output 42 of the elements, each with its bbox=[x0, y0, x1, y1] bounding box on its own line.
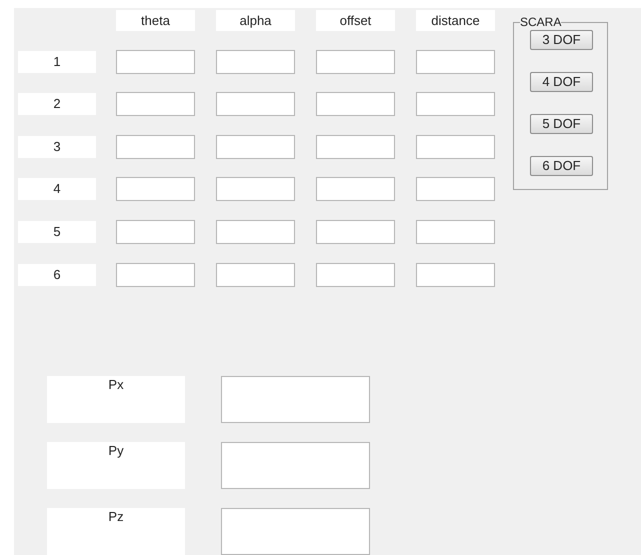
row-label: 2 bbox=[18, 93, 96, 116]
input-field[interactable] bbox=[116, 177, 195, 202]
input-field[interactable] bbox=[316, 50, 395, 74]
row-label: 5 bbox=[18, 220, 96, 243]
output-label: Px bbox=[47, 376, 185, 423]
input-field[interactable] bbox=[416, 220, 495, 244]
dof-button[interactable]: 5 DOF bbox=[530, 114, 593, 134]
input-field[interactable] bbox=[416, 134, 495, 159]
input-field[interactable] bbox=[216, 220, 295, 244]
input-field[interactable] bbox=[216, 92, 295, 116]
input-field[interactable] bbox=[416, 50, 495, 74]
row-label: 4 bbox=[18, 178, 96, 200]
input-field[interactable] bbox=[316, 220, 395, 244]
input-field[interactable] bbox=[316, 92, 395, 116]
row-label: 6 bbox=[18, 264, 96, 286]
input-field[interactable] bbox=[116, 134, 195, 159]
column-header: offset bbox=[316, 10, 395, 31]
input-field[interactable] bbox=[316, 134, 395, 159]
input-field[interactable] bbox=[216, 50, 295, 74]
row-label: 3 bbox=[18, 136, 96, 158]
output-label: Py bbox=[47, 442, 185, 489]
input-field[interactable] bbox=[416, 92, 495, 116]
column-header: theta bbox=[116, 10, 195, 31]
input-field[interactable] bbox=[116, 220, 195, 244]
input-field[interactable] bbox=[116, 92, 195, 116]
dof-button[interactable]: 6 DOF bbox=[530, 156, 593, 176]
output-label: Pz bbox=[47, 508, 185, 555]
input-field[interactable] bbox=[216, 134, 295, 159]
input-field[interactable] bbox=[416, 177, 495, 202]
column-header: distance bbox=[416, 10, 495, 31]
input-field[interactable] bbox=[216, 177, 295, 202]
row-label: 1 bbox=[18, 50, 96, 73]
input-field[interactable] bbox=[116, 262, 195, 287]
input-field[interactable] bbox=[316, 262, 395, 287]
dof-button[interactable]: 3 DOF bbox=[530, 30, 593, 50]
column-header: alpha bbox=[216, 10, 295, 31]
input-field[interactable] bbox=[316, 177, 395, 202]
dof-button[interactable]: 4 DOF bbox=[530, 72, 593, 92]
input-field[interactable] bbox=[116, 50, 195, 74]
input-field[interactable] bbox=[216, 262, 295, 287]
input-field[interactable] bbox=[416, 262, 495, 287]
group-title: SCARA bbox=[520, 16, 562, 28]
